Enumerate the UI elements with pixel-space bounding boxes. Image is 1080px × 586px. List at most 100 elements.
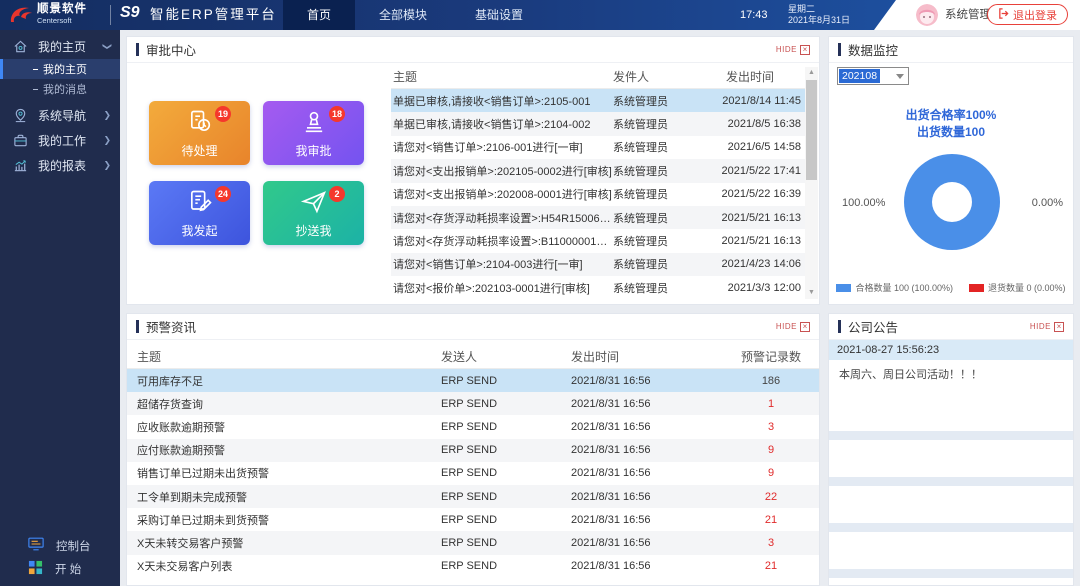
- scroll-up-icon[interactable]: ▲: [805, 67, 818, 79]
- tab-home[interactable]: 首页: [283, 0, 356, 30]
- message-time: 2021/8/5 16:38: [727, 118, 801, 131]
- approval-table: 主题 发件人 发出时间 单据已审核,请接收<销售订单>:2105-001 系统管…: [391, 65, 805, 300]
- legend-label: 合格数量 100 (100.00%): [855, 283, 953, 293]
- logout-button[interactable]: 退出登录: [987, 4, 1068, 25]
- alert-record-count: 21: [764, 513, 778, 526]
- table-row[interactable]: X天未转交易客户预警 ERP SEND 2021/8/31 16:56 3: [127, 531, 819, 555]
- pass-rate-text: 出货合格率100%: [905, 108, 997, 122]
- message-sender: 系统管理员: [613, 165, 668, 178]
- hide-label: HIDE: [1029, 322, 1051, 331]
- alert-time: 2021/8/31 16:56: [571, 444, 651, 457]
- badge-count: 24: [214, 186, 231, 202]
- console-button[interactable]: 控制台: [0, 534, 120, 557]
- period-select[interactable]: 202108: [837, 67, 909, 85]
- tile-pending[interactable]: 待处理 19: [149, 101, 250, 165]
- sidebar-item-my-work[interactable]: 我的工作 ❯: [0, 128, 120, 153]
- table-row[interactable]: 销售订单已过期未出货预警 ERP SEND 2021/8/31 16:56 9: [127, 462, 819, 485]
- tile-cc-to-me[interactable]: 抄送我 2: [263, 181, 364, 245]
- table-scrollbar[interactable]: ▲ ▼: [805, 67, 818, 299]
- legend-swatch-blue: [836, 283, 852, 292]
- sidebar-item-system-nav[interactable]: 系统导航 ❯: [0, 103, 120, 128]
- start-button[interactable]: 开 始: [0, 557, 120, 580]
- table-row[interactable]: 应收账款逾期预警 ERP SEND 2021/8/31 16:56 3: [127, 415, 819, 438]
- tile-my-approvals[interactable]: 我审批 18: [263, 101, 364, 165]
- table-row[interactable]: 请您对<存货浮动耗损率设置>:H54R15006002进行[审核] 系统管理员 …: [391, 205, 805, 230]
- tab-all-modules[interactable]: 全部模块: [355, 0, 451, 30]
- sidebar: 我的主页 ❯ 我的主页 我的消息 系统导航 ❯ 我的工作 ❯ 我的报表 ❯ 控制…: [0, 30, 120, 586]
- alert-record-count: 9: [767, 467, 775, 480]
- start-label: 开 始: [55, 563, 82, 576]
- badge-count: 18: [328, 106, 345, 122]
- sidebar-item-my-home[interactable]: 我的主页 ❯: [0, 34, 120, 59]
- alert-time: 2021/8/31 16:56: [571, 513, 651, 526]
- message-subject: 请您对<销售订单>:2104-003进行[一审]: [393, 259, 583, 272]
- message-time: 2021/5/22 17:41: [721, 164, 801, 177]
- product-name: 智能ERP管理平台: [150, 7, 277, 22]
- col-header-time: 发出时间: [571, 349, 620, 364]
- sidebar-item-my-reports[interactable]: 我的报表 ❯: [0, 153, 120, 178]
- legend-qualified: 合格数量 100 (100.00%): [836, 281, 953, 294]
- sidebar-subitem-my-messages[interactable]: 我的消息: [0, 79, 120, 99]
- main-nav-tabs: 首页 全部模块 基础设置: [283, 0, 547, 30]
- sidebar-subitem-my-home[interactable]: 我的主页: [0, 59, 120, 79]
- table-row[interactable]: 可用库存不足 ERP SEND 2021/8/31 16:56 186: [127, 369, 819, 393]
- hide-panel-button[interactable]: HIDE ×: [776, 321, 810, 332]
- message-sender: 系统管理员: [613, 119, 668, 132]
- legend-returned: 退货数量 0 (0.00%): [969, 281, 1066, 294]
- company-name-en: Centersoft: [37, 16, 72, 25]
- table-row[interactable]: 工令单到期未完成预警 ERP SEND 2021/8/31 16:56 22: [127, 484, 819, 509]
- col-header-count: 预警记录数: [740, 349, 801, 364]
- table-row[interactable]: 请您对<销售订单>:2106-001进行[一审] 系统管理员 2021/6/5 …: [391, 136, 805, 159]
- message-time: 2021/4/23 14:06: [721, 258, 801, 271]
- panel-header: 审批中心 HIDE ×: [127, 37, 819, 63]
- alerts-panel: 预警资讯 HIDE × 主题 发送人 发出时间 预警记录数 可用库存不足 ERP…: [126, 313, 820, 586]
- hide-panel-button[interactable]: HIDE ×: [776, 44, 810, 55]
- alert-subject: X天未交易客户列表: [137, 561, 233, 574]
- table-row[interactable]: X天未交易客户列表 ERP SEND 2021/8/31 16:56 21: [127, 555, 819, 578]
- alert-time: 2021/8/31 16:56: [571, 560, 651, 573]
- hide-panel-button[interactable]: HIDE ×: [1029, 321, 1064, 332]
- chevron-right-icon: ❯: [103, 160, 111, 170]
- hide-close-icon: ×: [800, 44, 810, 55]
- announcement-date[interactable]: 2021-08-27 15:56:23: [829, 340, 1073, 360]
- brand-divider: [110, 5, 111, 25]
- scroll-down-icon[interactable]: ▼: [805, 287, 818, 299]
- table-row[interactable]: 请您对<销售订单>:2104-003进行[一审] 系统管理员 2021/4/23…: [391, 252, 805, 277]
- tile-initiated-by-me[interactable]: 我发起 24: [149, 181, 250, 245]
- scrollbar-thumb[interactable]: [806, 80, 817, 180]
- table-row[interactable]: 单据已审核,请接收<销售订单>:2104-002 系统管理员 2021/8/5 …: [391, 112, 805, 136]
- alert-time: 2021/8/31 16:56: [571, 397, 651, 410]
- table-row[interactable]: 请您对<存货浮动耗损率设置>:B11000001进行[审核] 系统管理员 202…: [391, 229, 805, 252]
- table-row[interactable]: 请您对<支出报销单>:202008-0001进行[审核] 系统管理员 2021/…: [391, 183, 805, 206]
- table-row[interactable]: 采购订单已过期未到货预警 ERP SEND 2021/8/31 16:56 21: [127, 508, 819, 531]
- table-row[interactable]: 超储存货查询 ERP SEND 2021/8/31 16:56 1: [127, 392, 819, 416]
- logout-icon: [998, 7, 1009, 22]
- alert-record-count: 1: [767, 397, 775, 410]
- approval-tiles: 待处理 19 我审批 18 我发起 24 抄送我 2: [149, 101, 364, 245]
- message-sender: 系统管理员: [613, 236, 668, 249]
- hide-close-icon: ×: [1054, 321, 1064, 332]
- alert-rows: 可用库存不足 ERP SEND 2021/8/31 16:56 186 超储存货…: [127, 369, 819, 578]
- alert-sender: ERP SEND: [441, 513, 498, 526]
- alert-subject: X天未转交易客户预警: [137, 537, 244, 550]
- table-row[interactable]: 请您对<支出报销单>:202105-0002进行[审核] 系统管理员 2021/…: [391, 159, 805, 183]
- table-row[interactable]: 请您对<报价单>:202103-0001进行[审核] 系统管理员 2021/3/…: [391, 276, 805, 299]
- table-row[interactable]: 应付账款逾期预警 ERP SEND 2021/8/31 16:56 9: [127, 438, 819, 462]
- chevron-right-icon: ❯: [103, 135, 111, 145]
- table-row[interactable]: 单据已审核,请接收<销售订单>:2105-001 系统管理员 2021/8/14…: [391, 89, 805, 113]
- donut-left-label: 100.00%: [842, 197, 886, 209]
- avatar[interactable]: [916, 4, 938, 26]
- sidebar-item-label: 我的报表: [38, 159, 87, 173]
- tile-label: 抄送我: [295, 223, 332, 238]
- logout-label: 退出登录: [1013, 9, 1057, 22]
- alert-sender: ERP SEND: [441, 467, 498, 480]
- tile-label: 我发起: [181, 223, 218, 238]
- table-header-row: 主题 发件人 发出时间: [391, 65, 805, 89]
- message-time: 2021/5/22 16:39: [721, 188, 801, 201]
- message-subject: 请您对<报价单>:202103-0001进行[审核]: [393, 282, 590, 295]
- alert-subject: 应付账款逾期预警: [137, 445, 225, 458]
- tab-basic-settings[interactable]: 基础设置: [451, 0, 547, 30]
- panel-header: 公司公告 HIDE ×: [829, 314, 1073, 340]
- clock-time: 17:43: [740, 9, 768, 21]
- dropdown-arrow-icon: [896, 73, 904, 79]
